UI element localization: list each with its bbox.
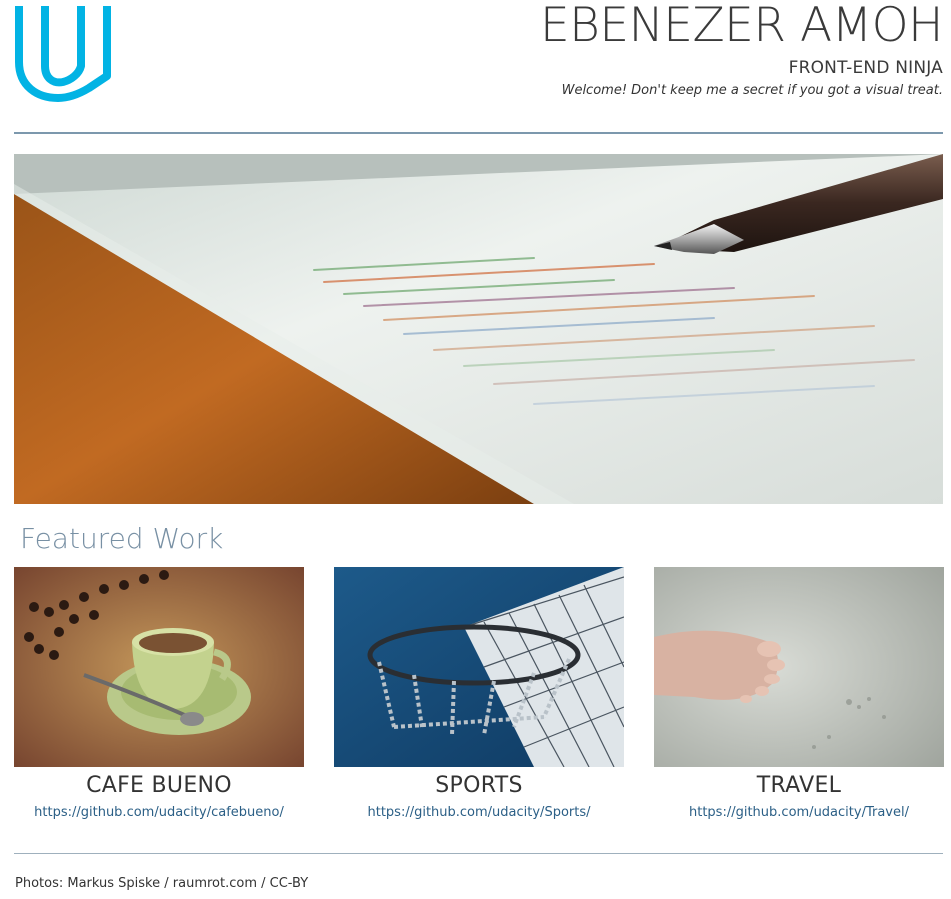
featured-work-heading: Featured Work xyxy=(20,522,224,555)
project-title-cafe-bueno: CAFE BUENO xyxy=(86,773,232,798)
travel-image[interactable] xyxy=(654,567,944,767)
tagline: Welcome! Don't keep me a secret if you g… xyxy=(561,83,943,98)
hero-image xyxy=(14,154,943,504)
project-title-travel: TRAVEL xyxy=(756,773,842,798)
project-link-sports[interactable]: https://github.com/udacity/Sports/ xyxy=(334,805,624,820)
project-card-cafe-bueno: CAFE BUENO https://github.com/udacity/ca… xyxy=(14,567,304,820)
role-title: FRONT-END NINJA xyxy=(788,58,943,78)
project-card-travel: TRAVEL https://github.com/udacity/Travel… xyxy=(654,567,944,820)
footer-divider xyxy=(14,853,943,854)
project-link-cafe-bueno[interactable]: https://github.com/udacity/cafebueno/ xyxy=(14,805,304,820)
udacity-logo-icon[interactable] xyxy=(13,4,115,104)
project-title-sports: SPORTS xyxy=(435,773,523,798)
sports-image[interactable] xyxy=(334,567,624,767)
header-divider xyxy=(14,132,943,134)
site-owner-name: EBENEZER AMOH xyxy=(539,0,944,53)
cafe-bueno-image[interactable] xyxy=(14,567,304,767)
photo-credits: Photos: Markus Spiske / raumrot.com / CC… xyxy=(15,876,309,891)
project-card-sports: SPORTS https://github.com/udacity/Sports… xyxy=(334,567,624,820)
project-link-travel[interactable]: https://github.com/udacity/Travel/ xyxy=(654,805,944,820)
